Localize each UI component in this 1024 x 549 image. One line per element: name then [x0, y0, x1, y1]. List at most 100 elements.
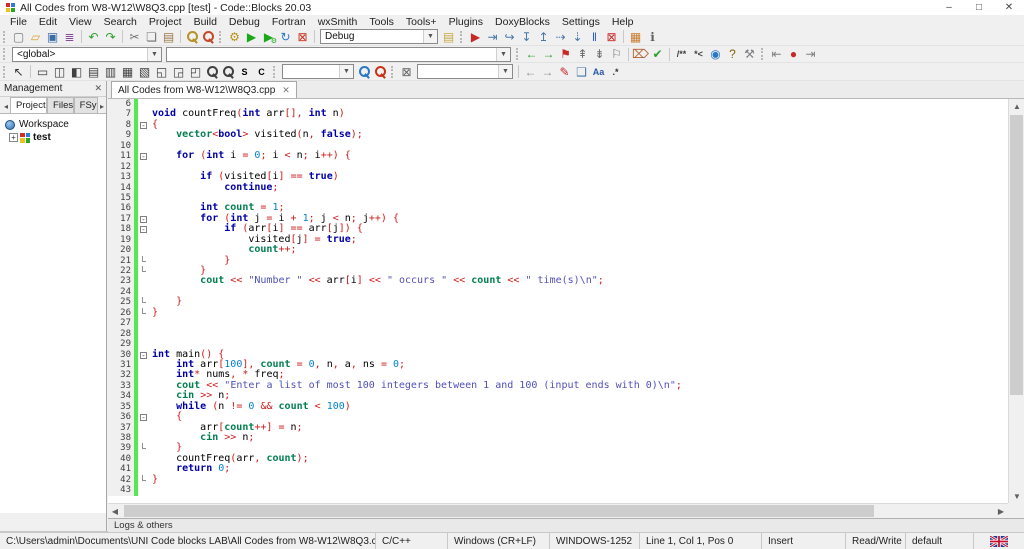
search-next-button[interactable]: → — [539, 64, 556, 80]
undo-button[interactable]: ↶ — [85, 29, 102, 45]
wxsmith-source-button[interactable]: S — [236, 64, 253, 80]
fold-margin[interactable] — [138, 328, 149, 340]
menu-edit[interactable]: Edit — [33, 16, 63, 28]
fold-margin[interactable]: - — [138, 151, 149, 162]
zoom-out-button[interactable] — [220, 64, 236, 80]
fold-margin[interactable] — [138, 140, 149, 152]
menu-fortran[interactable]: Fortran — [266, 16, 312, 28]
fold-collapse-icon[interactable]: - — [140, 351, 147, 359]
tab-scroll-right-icon[interactable]: ▸ — [98, 102, 106, 113]
step-out-button[interactable]: ↥ — [535, 29, 552, 45]
fold-margin[interactable] — [138, 161, 149, 173]
doxy-settings-button[interactable]: ⚒ — [741, 46, 758, 62]
fold-margin[interactable] — [138, 307, 149, 319]
prev-bookmark-button[interactable]: ⇞ — [574, 46, 591, 62]
run-button[interactable]: ▶ — [243, 29, 260, 45]
replace-button[interactable] — [200, 29, 216, 45]
doxy-block-comment-button[interactable]: /** — [673, 46, 690, 62]
fold-margin[interactable] — [138, 339, 149, 350]
fold-margin[interactable] — [138, 422, 149, 433]
search-input[interactable]: ▼ — [417, 64, 513, 79]
chevron-down-icon[interactable]: ▼ — [339, 65, 353, 78]
menu-doxyblocks[interactable]: DoxyBlocks — [489, 16, 556, 28]
wxsmith-notebook-button[interactable]: ▧ — [136, 64, 153, 80]
fold-margin[interactable] — [138, 318, 149, 329]
editor-tab[interactable]: All Codes from W8-W12\W8Q3.cpp ✕ — [111, 81, 297, 98]
clear-bookmarks-button[interactable]: ⚐ — [608, 46, 625, 62]
select-scope-button[interactable]: ❑ — [573, 64, 590, 80]
break-debugger-button[interactable]: ‖ — [586, 29, 603, 45]
chevron-down-icon[interactable]: ▼ — [423, 30, 437, 43]
menu-build[interactable]: Build — [188, 16, 223, 28]
menu-tools-plus[interactable]: Tools+ — [400, 16, 443, 28]
goto-forward-button[interactable]: → — [540, 46, 557, 62]
fold-margin[interactable] — [138, 297, 149, 308]
wxsmith-toolbar-button[interactable]: ◱ — [153, 64, 170, 80]
fold-collapse-icon[interactable]: - — [140, 414, 147, 422]
menu-wxsmith[interactable]: wxSmith — [312, 16, 364, 28]
find-button[interactable] — [184, 29, 200, 45]
horizontal-scrollbar[interactable]: ◀ ▶ — [108, 503, 1008, 518]
incsearch-input[interactable]: ▼ — [282, 64, 354, 79]
vertical-scroll-thumb[interactable] — [1010, 115, 1023, 395]
save-all-button[interactable]: ≣ — [61, 29, 78, 45]
fold-margin[interactable] — [138, 266, 149, 277]
redo-button[interactable]: ↷ — [102, 29, 119, 45]
highlight-button[interactable]: ✎ — [556, 64, 573, 80]
wxsmith-sizer-v-button[interactable]: ▥ — [102, 64, 119, 80]
fold-margin[interactable] — [138, 474, 149, 486]
debug-continue-button[interactable]: ▶ — [467, 29, 484, 45]
fold-margin[interactable] — [138, 401, 149, 413]
next-error-button[interactable]: ⇥ — [802, 46, 819, 62]
toggle-bookmark-button[interactable]: ⚑ — [557, 46, 574, 62]
new-file-button[interactable]: ▢ — [10, 29, 27, 45]
goto-back-button[interactable]: ← — [523, 46, 540, 62]
doxy-line-comment-button[interactable]: *< — [690, 46, 707, 62]
menu-project[interactable]: Project — [143, 16, 188, 28]
menu-plugins[interactable]: Plugins — [443, 16, 489, 28]
wxsmith-statusbar-button[interactable]: ◲ — [170, 64, 187, 80]
expand-icon[interactable]: + — [9, 133, 18, 142]
wxsmith-window-button[interactable]: ▭ — [34, 64, 51, 80]
tree-item-project-test[interactable]: + test — [3, 131, 106, 144]
step-into-instruction-button[interactable]: ⇣ — [569, 29, 586, 45]
regex-button[interactable]: .* — [607, 64, 624, 80]
step-into-button[interactable]: ↧ — [518, 29, 535, 45]
chevron-down-icon[interactable]: ▼ — [147, 47, 161, 61]
doxy-run-button[interactable]: ◉ — [707, 46, 724, 62]
spell-check-button[interactable]: ✔ — [649, 46, 666, 62]
fold-margin[interactable] — [138, 255, 149, 266]
debugger-log-button[interactable]: ▤ — [440, 29, 457, 45]
zoom-in-button[interactable] — [204, 64, 220, 80]
copy-button[interactable]: ❏ — [143, 29, 160, 45]
fold-margin[interactable] — [138, 380, 149, 392]
next-line-button[interactable]: ↪ — [501, 29, 518, 45]
fold-margin[interactable] — [138, 130, 149, 141]
build-target-select[interactable]: Debug ▼ — [320, 29, 438, 44]
toggle-breakpoint-button[interactable]: ● — [785, 46, 802, 62]
debugging-windows-button[interactable]: ▦ — [627, 29, 644, 45]
vertical-scrollbar[interactable]: ▲ ▼ — [1008, 99, 1024, 503]
symbol-select[interactable]: ▼ — [166, 46, 511, 62]
fold-margin[interactable] — [138, 286, 149, 298]
fold-margin[interactable]: - — [138, 213, 149, 225]
next-bookmark-button[interactable]: ⇟ — [591, 46, 608, 62]
fold-margin[interactable] — [138, 370, 149, 381]
save-button[interactable]: ▣ — [44, 29, 61, 45]
fold-margin[interactable] — [138, 485, 149, 496]
menu-settings[interactable]: Settings — [556, 16, 606, 28]
code-editor[interactable]: 6 7 void countFreq(int arr[], int n) 8-{9 v… — [108, 99, 1008, 503]
scope-select[interactable]: <global> ▼ — [12, 46, 162, 62]
close-button[interactable]: ✕ — [994, 0, 1024, 15]
menu-search[interactable]: Search — [98, 16, 143, 28]
fold-collapse-icon[interactable]: - — [140, 215, 147, 223]
management-close-icon[interactable]: ✕ — [94, 83, 102, 94]
fold-margin[interactable] — [138, 276, 149, 287]
fold-margin[interactable]: - — [138, 119, 149, 131]
menu-debug[interactable]: Debug — [223, 16, 266, 28]
fold-margin[interactable] — [138, 182, 149, 193]
menu-file[interactable]: File — [4, 16, 33, 28]
build-button[interactable]: ⚙ — [226, 29, 243, 45]
incsearch-clear-button[interactable]: ⊠ — [398, 64, 415, 80]
minimize-button[interactable]: – — [934, 0, 964, 15]
